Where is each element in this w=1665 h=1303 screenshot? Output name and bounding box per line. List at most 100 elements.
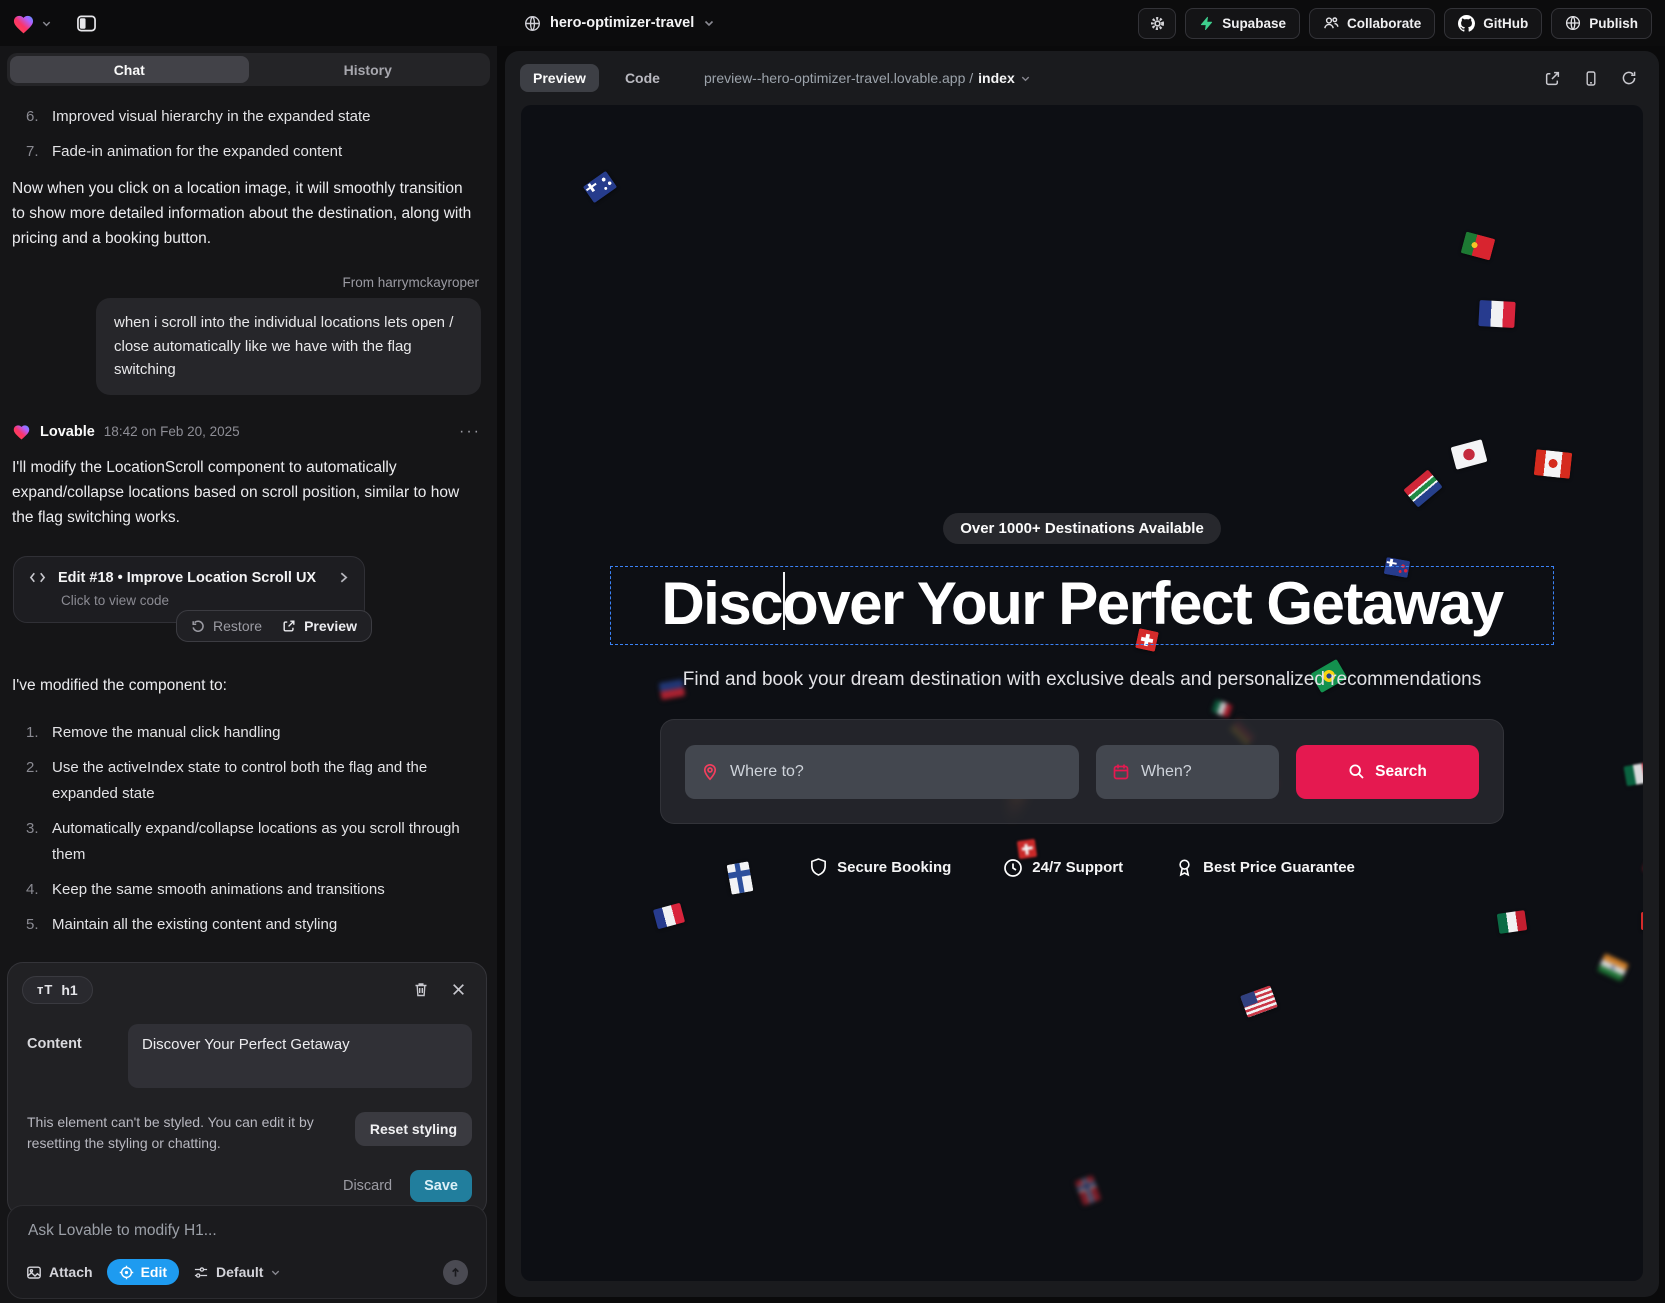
sidebar-toggle-icon[interactable] xyxy=(76,14,97,33)
content-field-label: Content xyxy=(22,1036,102,1088)
restore-label: Restore xyxy=(213,618,262,634)
project-chevron-down-icon xyxy=(703,17,715,29)
url-chevron-down-icon xyxy=(1020,73,1031,84)
user-message-bubble: when i scroll into the individual locati… xyxy=(96,298,481,395)
list-number: 1. xyxy=(26,720,43,746)
chevron-down-icon xyxy=(270,1267,281,1278)
publish-button[interactable]: Publish xyxy=(1551,8,1652,39)
flag-southafrica xyxy=(1403,469,1442,507)
search-label: Search xyxy=(1375,763,1427,781)
tab-preview[interactable]: Preview xyxy=(520,64,599,92)
list-text: Improved visual hierarchy in the expande… xyxy=(52,105,371,129)
flag-australia xyxy=(583,171,617,203)
tab-code[interactable]: Code xyxy=(612,64,673,92)
list-number: 2. xyxy=(26,755,43,807)
save-button[interactable]: Save xyxy=(410,1170,472,1202)
flag-india xyxy=(1597,953,1629,981)
where-to-input[interactable]: Where to? xyxy=(685,745,1079,799)
discard-button[interactable]: Discard xyxy=(343,1178,392,1194)
preview-label: Preview xyxy=(304,618,357,634)
default-mode-button[interactable]: Default xyxy=(193,1264,281,1280)
github-button[interactable]: GitHub xyxy=(1444,8,1542,39)
settings-button[interactable] xyxy=(1138,8,1176,39)
hero-title-selection[interactable]: Discover Your Perfect Getaway xyxy=(610,566,1554,645)
publish-label: Publish xyxy=(1589,16,1638,31)
project-name: hero-optimizer-travel xyxy=(550,15,694,31)
element-tag-label: h1 xyxy=(61,982,77,998)
preview-url[interactable]: preview--hero-optimizer-travel.lovable.a… xyxy=(704,70,1031,86)
content-field-input[interactable]: Discover Your Perfect Getaway xyxy=(128,1024,472,1088)
lovable-logo-heart-icon[interactable] xyxy=(12,13,35,34)
preview-edit-button[interactable]: Preview xyxy=(282,618,357,634)
supabase-button[interactable]: Supabase xyxy=(1185,8,1300,39)
edit-mode-button[interactable]: Edit xyxy=(107,1259,179,1285)
list-item: 6. Improved visual hierarchy in the expa… xyxy=(26,105,479,129)
flag-france xyxy=(1478,300,1515,328)
assistant-header: Lovable 18:42 on Feb 20, 2025 ··· xyxy=(0,423,497,441)
delete-element-button[interactable] xyxy=(413,981,429,998)
publish-globe-icon xyxy=(1565,15,1581,31)
list-text: Use the activeIndex state to control bot… xyxy=(52,755,479,807)
assistant-paragraph: Now when you click on a location image, … xyxy=(0,176,497,251)
edit-card-title: Edit #18 • Improve Location Scroll UX xyxy=(58,570,316,586)
flag-usa xyxy=(1240,985,1278,1018)
preview-panel: Preview Code preview--hero-optimizer-tra… xyxy=(505,51,1659,1297)
collaborate-button[interactable]: Collaborate xyxy=(1309,8,1435,39)
supabase-bolt-icon xyxy=(1199,16,1214,31)
list-text: Automatically expand/collapse locations … xyxy=(52,816,479,868)
trash-icon xyxy=(413,981,429,998)
supabase-label: Supabase xyxy=(1222,16,1286,31)
tab-history[interactable]: History xyxy=(249,56,488,83)
flag-switzerland xyxy=(1641,912,1643,930)
message-menu-dots-icon[interactable]: ··· xyxy=(459,423,481,441)
hero-section: Over 1000+ Destinations Available Discov… xyxy=(521,513,1643,878)
logo-chevron-down-icon[interactable] xyxy=(41,18,52,29)
search-button[interactable]: Search xyxy=(1296,745,1479,799)
list-number: 7. xyxy=(26,140,43,164)
feature-label: 24/7 Support xyxy=(1032,859,1123,876)
collaborate-label: Collaborate xyxy=(1347,16,1421,31)
attach-button[interactable]: Attach xyxy=(26,1264,93,1280)
element-tag-pill[interactable]: тT h1 xyxy=(22,976,93,1004)
hero-title[interactable]: Discover Your Perfect Getaway xyxy=(621,569,1543,638)
chat-message-input[interactable] xyxy=(22,1218,472,1248)
type-icon: тT xyxy=(37,982,53,997)
github-label: GitHub xyxy=(1483,16,1528,31)
destinations-badge: Over 1000+ Destinations Available xyxy=(943,513,1221,544)
list-text: Remove the manual click handling xyxy=(52,720,280,746)
clock-icon xyxy=(1003,858,1023,878)
search-icon xyxy=(1348,763,1365,780)
flag-mexico xyxy=(1497,910,1528,934)
close-editor-button[interactable] xyxy=(451,982,466,997)
list-number: 3. xyxy=(26,816,43,868)
edit-code-card[interactable]: Edit #18 • Improve Location Scroll UX Cl… xyxy=(13,556,365,623)
external-link-icon xyxy=(1544,70,1561,87)
text-caret xyxy=(783,572,785,630)
mobile-view-button[interactable] xyxy=(1583,70,1599,87)
list-item: 4.Keep the same smooth animations and tr… xyxy=(26,877,479,903)
code-icon xyxy=(28,570,47,585)
preview-viewport: Over 1000+ Destinations Available Discov… xyxy=(521,105,1643,1281)
chat-history-tabs: Chat History xyxy=(7,53,490,86)
location-pin-icon xyxy=(701,763,719,781)
target-icon xyxy=(119,1265,134,1280)
when-input[interactable]: When? xyxy=(1096,745,1279,799)
restore-button[interactable]: Restore xyxy=(191,618,262,634)
list-item: 1. Remove the manual click handling xyxy=(26,720,479,746)
edit-card-subtitle: Click to view code xyxy=(61,593,350,608)
list-item: 3.Automatically expand/collapse location… xyxy=(26,816,479,868)
send-message-button[interactable] xyxy=(443,1260,468,1285)
sliders-icon xyxy=(193,1265,209,1280)
element-editor-panel: тT h1 Content Discover Your Perfect Geta… xyxy=(7,962,487,1216)
features-row: Secure Booking 24/7 Support Best Price G… xyxy=(809,857,1355,878)
tab-chat[interactable]: Chat xyxy=(10,56,249,83)
reset-styling-button[interactable]: Reset styling xyxy=(355,1112,472,1146)
list-item: 5.Maintain all the existing content and … xyxy=(26,912,479,938)
refresh-button[interactable] xyxy=(1621,70,1637,86)
list-number: 4. xyxy=(26,877,43,903)
globe-icon xyxy=(524,15,541,32)
open-in-new-tab-button[interactable] xyxy=(1544,70,1561,87)
project-switcher[interactable]: hero-optimizer-travel xyxy=(524,0,715,46)
list-number: 6. xyxy=(26,105,43,129)
assistant-paragraph: I'll modify the LocationScroll component… xyxy=(0,455,497,530)
